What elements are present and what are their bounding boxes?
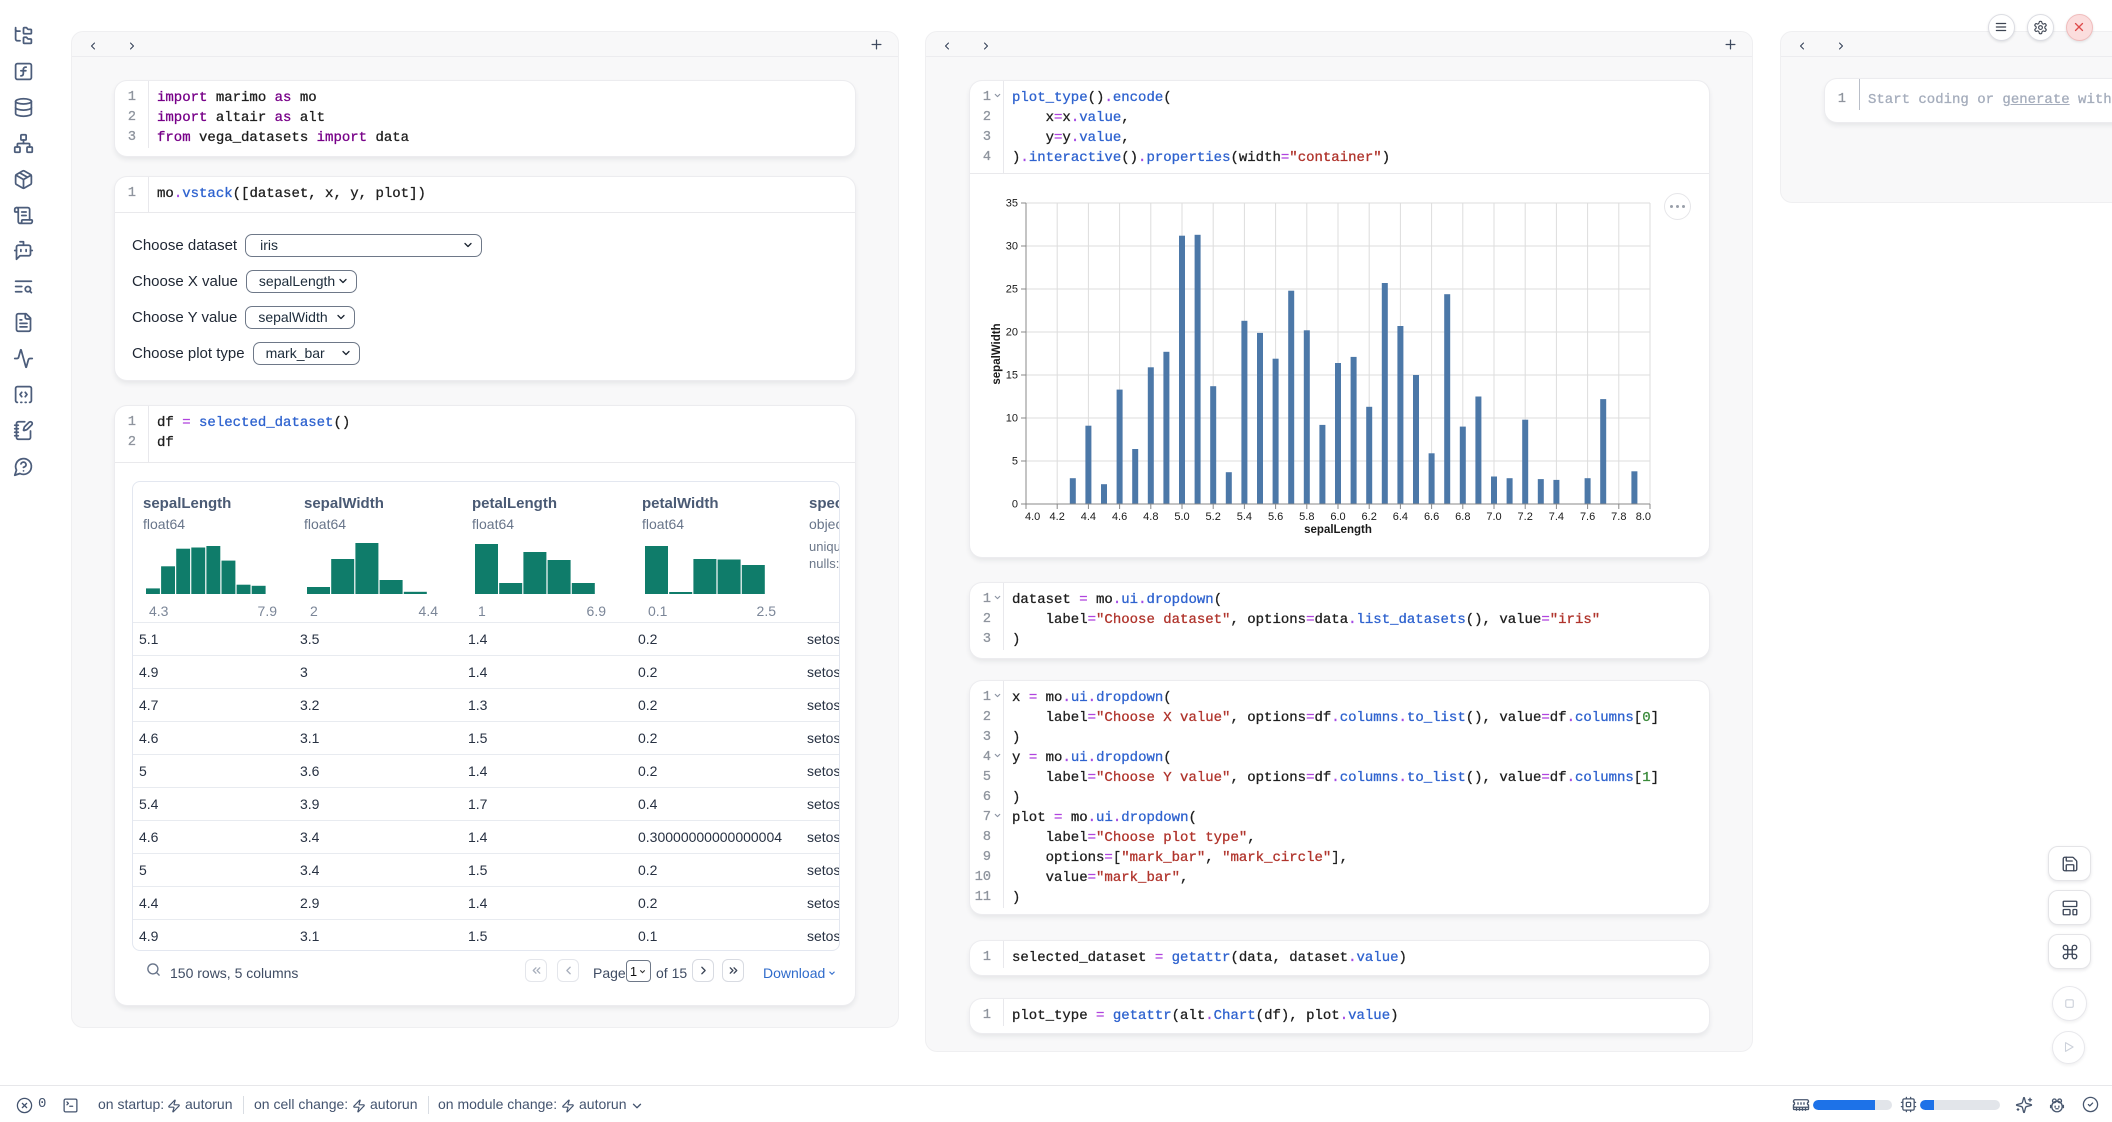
svg-text:sepalWidth: sepalWidth [991,323,1003,384]
svg-text:4.0: 4.0 [1025,511,1040,523]
svg-text:20: 20 [1006,327,1018,339]
svg-text:6.4: 6.4 [1393,511,1408,523]
svg-text:4.8: 4.8 [1143,511,1158,523]
svg-text:8.0: 8.0 [1636,511,1651,523]
svg-text:6.2: 6.2 [1362,511,1377,523]
svg-text:7.4: 7.4 [1549,511,1564,523]
svg-text:7.2: 7.2 [1518,511,1533,523]
svg-text:sepalLength: sepalLength [1304,524,1372,536]
svg-text:10: 10 [1006,413,1018,425]
svg-text:6.0: 6.0 [1330,511,1345,523]
svg-text:6.8: 6.8 [1455,511,1470,523]
svg-text:35: 35 [1006,198,1018,210]
svg-text:0: 0 [1012,499,1018,511]
svg-text:25: 25 [1006,284,1018,296]
svg-text:7.6: 7.6 [1580,511,1595,523]
svg-text:4.6: 4.6 [1112,511,1127,523]
svg-text:5.2: 5.2 [1206,511,1221,523]
svg-text:7.8: 7.8 [1611,511,1626,523]
svg-text:6.6: 6.6 [1424,511,1439,523]
svg-text:7.0: 7.0 [1486,511,1501,523]
svg-text:5: 5 [1012,456,1018,468]
svg-text:15: 15 [1006,370,1018,382]
svg-text:5.4: 5.4 [1237,511,1252,523]
svg-text:4.4: 4.4 [1081,511,1096,523]
svg-text:4.2: 4.2 [1050,511,1065,523]
svg-text:5.0: 5.0 [1174,511,1189,523]
svg-text:30: 30 [1006,241,1018,253]
svg-text:5.8: 5.8 [1299,511,1314,523]
svg-text:5.6: 5.6 [1268,511,1283,523]
